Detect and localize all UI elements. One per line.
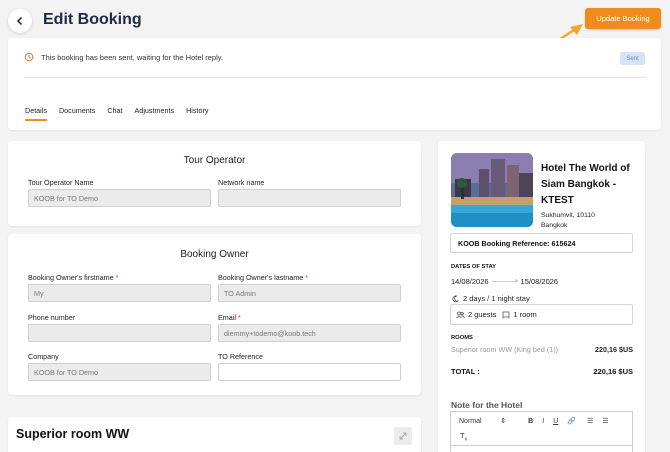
stay-dates: 14/08/2026 15/08/2026 [451, 277, 558, 286]
total-label: TOTAL : [451, 367, 480, 376]
to-reference-field[interactable] [218, 363, 401, 381]
firstname-label: Booking Owner's firstname * [28, 273, 118, 282]
clear-format-icon[interactable]: Tx [460, 431, 467, 443]
link-icon[interactable]: 🔗 [567, 417, 576, 425]
hotel-image [451, 153, 533, 227]
company-field[interactable]: KOOB for TO Demo [28, 363, 211, 381]
date-from: 14/08/2026 [451, 277, 489, 286]
status-notice: This booking has been sent, waiting for … [24, 52, 223, 62]
lastname-label: Booking Owner's lastname * [218, 273, 308, 282]
tab-chat[interactable]: Chat [107, 106, 122, 121]
rooms-label: ROOMS [451, 335, 473, 341]
date-to: 15/08/2026 [520, 277, 559, 286]
required-mark: * [305, 273, 309, 282]
tour-operator-title: Tour Operator [183, 155, 246, 166]
email-label: Email * [218, 313, 241, 322]
tour-operator-name-field[interactable]: KOOB for TO Demo [28, 189, 211, 207]
firstname-label-text: Booking Owner's firstname [28, 273, 114, 282]
company-label: Company [28, 352, 59, 361]
select-arrows-icon: ⇕ [500, 418, 507, 425]
lastname-field[interactable]: TO Admin [218, 284, 401, 302]
rooms-count-text: 1 room [513, 310, 537, 319]
bed-icon [503, 311, 510, 318]
tab-details[interactable]: Details [25, 106, 47, 121]
divider [24, 77, 646, 78]
booking-status-card: This booking has been sent, waiting for … [8, 38, 661, 130]
moon-icon [452, 295, 459, 302]
dates-of-stay-label: DATES OF STAY [451, 264, 496, 270]
chevron-left-icon [16, 16, 23, 26]
stay-duration-text: 2 days / 1 night stay [463, 294, 530, 303]
required-mark: * [237, 313, 241, 322]
total-price: 220,16 $US [593, 367, 633, 376]
editor-toolbar: Normal ⇕ B I U 🔗 ☰ ☰ [459, 417, 618, 426]
format-select-value: Normal [459, 418, 482, 425]
users-icon [456, 311, 465, 318]
back-button[interactable] [8, 9, 32, 33]
tab-history[interactable]: History [186, 106, 208, 121]
to-reference-label: TO Reference [218, 352, 264, 361]
bullet-list-icon[interactable]: ☰ [602, 417, 608, 425]
network-name-field[interactable] [218, 189, 401, 207]
booking-owner-title: Booking Owner [180, 249, 249, 260]
note-editor[interactable]: Normal ⇕ B I U 🔗 ☰ ☰ Tx [450, 411, 633, 452]
arrow-right-icon [491, 279, 519, 283]
tab-bar: Details Documents Chat Adjustments Histo… [25, 106, 220, 121]
phone-label: Phone number [28, 313, 76, 322]
history-icon [24, 52, 34, 62]
room-line-price: 220,16 $US [595, 345, 633, 354]
expand-button[interactable] [394, 427, 412, 445]
underline-icon[interactable]: U [553, 418, 558, 425]
tab-documents[interactable]: Documents [59, 106, 95, 121]
room-line-name: Superior room WW (King bed (1)) [451, 345, 559, 354]
room-title: Superior room WW [16, 427, 130, 441]
status-notice-text: This booking has been sent, waiting for … [41, 52, 224, 62]
booking-owner-card: Booking Owner Booking Owner's firstname … [8, 234, 421, 395]
update-booking-button[interactable]: Update Booking [585, 8, 661, 29]
required-mark: * [115, 273, 119, 282]
editor-separator [451, 445, 632, 446]
bold-icon[interactable]: B [528, 418, 533, 425]
guests-rooms-box: 2 guests 1 room [450, 304, 633, 325]
firstname-field[interactable]: My [28, 284, 211, 302]
network-name-label: Network name [218, 178, 265, 187]
tab-adjustments[interactable]: Adjustments [135, 106, 175, 121]
guests-text: 2 guests [468, 310, 497, 319]
tour-operator-name-label: Tour Operator Name [28, 178, 94, 187]
status-badge: Sent [620, 52, 645, 65]
italic-icon[interactable]: I [542, 418, 544, 425]
booking-reference: KOOB Booking Reference: 615624 [450, 233, 633, 253]
page-title: Edit Booking [43, 11, 142, 28]
expand-icon [399, 432, 407, 440]
email-label-text: Email [218, 313, 236, 322]
lastname-label-text: Booking Owner's lastname [218, 273, 304, 282]
format-select[interactable]: Normal ⇕ [459, 417, 515, 425]
phone-field[interactable] [28, 324, 211, 342]
room-line: Superior room WW (King bed (1)) 220,16 $… [451, 345, 633, 354]
hotel-address: Sukhumvit, 10110 Bangkok [541, 212, 595, 229]
ordered-list-icon[interactable]: ☰ [587, 417, 593, 425]
stay-duration: 2 days / 1 night stay [451, 294, 530, 303]
total-line: TOTAL : 220,16 $US [451, 367, 633, 376]
note-for-hotel-label: Note for the Hotel [451, 400, 523, 410]
email-field[interactable]: diemmy+todemo@koob.tech [218, 324, 401, 342]
tour-operator-card: Tour Operator Tour Operator Name KOOB fo… [8, 141, 421, 226]
hotel-name: Hotel The World of Siam Bangkok - KTEST [541, 163, 630, 206]
